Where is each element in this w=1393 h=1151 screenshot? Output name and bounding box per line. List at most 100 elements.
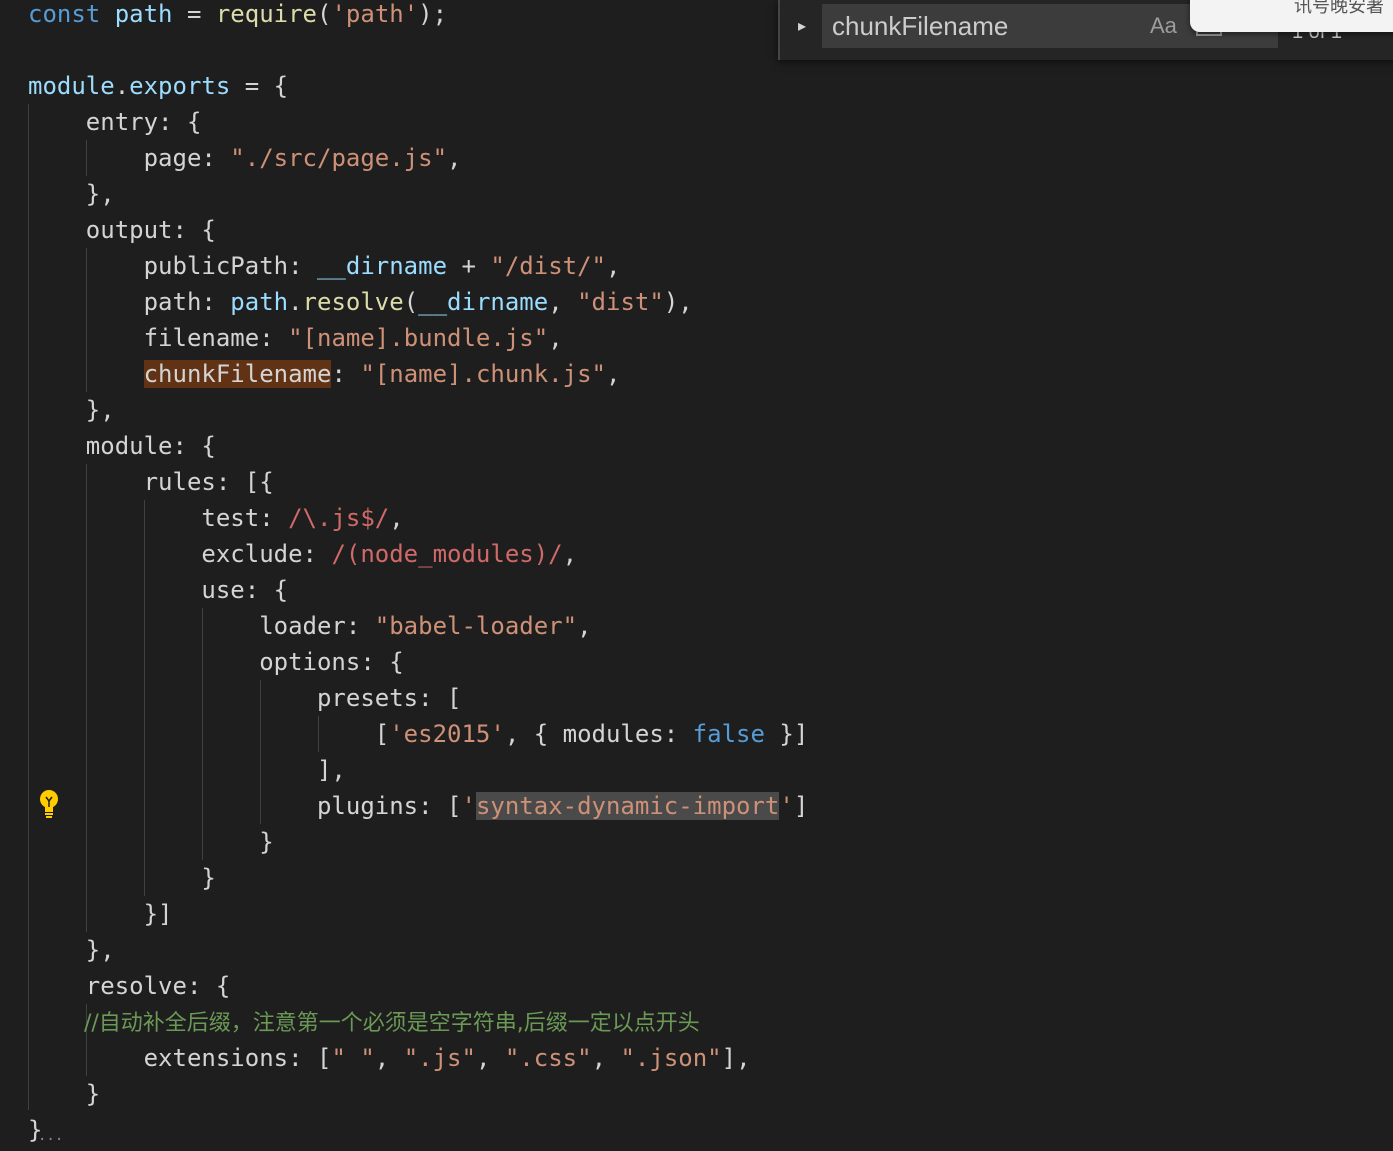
code-token: publicPath:	[28, 252, 317, 280]
code-editor[interactable]: const path = require('path'); module.expo…	[0, 0, 1393, 1151]
ime-popup: 讯号晚安著	[1190, 0, 1393, 32]
code-line[interactable]: loader: "babel-loader",	[28, 608, 591, 644]
code-token: __dirname	[316, 252, 448, 280]
code-line[interactable]: filename: "[name].bundle.js",	[28, 320, 563, 356]
code-token: options: {	[28, 648, 404, 676]
code-line[interactable]: //自动补全后缀，注意第一个必须是空字符串,后缀一定以点开头	[28, 1004, 700, 1040]
code-token: test:	[28, 504, 289, 532]
code-token: 'es2015'	[389, 720, 505, 748]
code-token: 'path'	[331, 0, 419, 28]
code-token: ".json"	[620, 1044, 722, 1072]
code-token: ".css"	[504, 1044, 592, 1072]
code-line[interactable]: }]	[28, 896, 173, 932]
code-token: ],	[721, 1044, 751, 1072]
code-line[interactable]: module.exports = {	[28, 68, 288, 104]
code-token: (	[403, 288, 419, 316]
code-token: use: {	[28, 576, 289, 604]
code-token: loader:	[28, 612, 375, 640]
code-token: __dirname	[418, 288, 549, 316]
code-line[interactable]: path: path.resolve(__dirname, "dist"),	[28, 284, 693, 320]
code-token: "dist"	[577, 288, 664, 316]
code-token: }]	[764, 720, 809, 748]
code-token: page:	[28, 144, 231, 172]
code-line[interactable]: page: "./src/page.js",	[28, 140, 462, 176]
code-line[interactable]: resolve: {	[28, 968, 231, 1004]
code-line[interactable]: extensions: [" ", ".js", ".css", ".json"…	[28, 1040, 751, 1076]
code-token: (	[317, 0, 332, 28]
code-line[interactable]: chunkFilename: "[name].chunk.js",	[28, 356, 620, 392]
code-line[interactable]: ['es2015', { modules: false }]	[28, 716, 809, 752]
code-token: extensions: [	[28, 1044, 332, 1072]
code-line[interactable]: ],	[28, 752, 346, 788]
code-token: const	[28, 0, 101, 28]
code-token: ,	[548, 324, 563, 352]
code-line[interactable]: options: {	[28, 644, 404, 680]
code-token: .	[114, 72, 130, 100]
code-token: '	[779, 792, 794, 820]
code-token: ".js"	[403, 1044, 476, 1072]
code-token: "[name].bundle.js"	[288, 324, 549, 352]
code-token: /\.js$/	[288, 504, 390, 532]
code-token: "babel-loader"	[374, 612, 578, 640]
code-token: presets: [	[28, 684, 462, 712]
lightbulb-icon[interactable]	[36, 788, 62, 822]
code-token: = {	[230, 72, 289, 100]
code-line[interactable]: }	[28, 824, 273, 860]
code-token: require	[215, 0, 318, 28]
code-token: "/dist/"	[490, 252, 606, 280]
code-line[interactable]: publicPath: __dirname + "/dist/",	[28, 248, 621, 284]
code-token: path:	[28, 288, 231, 316]
code-token: //自动补全后缀，注意第一个必须是空字符串,后缀一定以点开头	[28, 1011, 700, 1036]
code-token: },	[28, 396, 115, 424]
code-token: ,	[447, 144, 462, 172]
code-token: );	[418, 0, 448, 28]
code-line[interactable]: },	[28, 392, 115, 428]
code-line[interactable]: }	[28, 1076, 100, 1112]
code-token: module	[28, 72, 115, 100]
code-line[interactable]: exclude: /(node_modules)/,	[28, 536, 577, 572]
code-token: }	[28, 1080, 101, 1108]
code-line[interactable]: presets: [	[28, 680, 462, 716]
code-token: +	[447, 252, 491, 280]
code-token: , { modules:	[504, 720, 693, 748]
code-line[interactable]: plugins: ['syntax-dynamic-import']	[28, 788, 808, 824]
fold-marker[interactable]: ...	[38, 1128, 63, 1144]
code-token: ,	[591, 1044, 621, 1072]
code-token: resolve: {	[28, 972, 231, 1000]
code-token: module: {	[28, 432, 216, 460]
code-token: filename:	[28, 324, 289, 352]
code-line[interactable]: use: {	[28, 572, 288, 608]
code-token: ,	[548, 288, 578, 316]
code-token: }]	[28, 900, 173, 928]
code-token: },	[28, 180, 115, 208]
code-line[interactable]: entry: {	[28, 104, 202, 140]
search-match-token: syntax-dynamic-import	[475, 792, 780, 820]
code-token: plugins: [	[28, 792, 462, 820]
code-token: '	[461, 792, 476, 820]
code-line[interactable]: output: {	[28, 212, 216, 248]
code-line[interactable]: const path = require('path');	[28, 0, 447, 32]
code-token: ,	[562, 540, 578, 568]
code-line[interactable]: },	[28, 932, 115, 968]
chevron-right-icon[interactable]: ▸	[788, 10, 816, 42]
search-match-token: chunkFilename	[143, 360, 332, 388]
code-token: ,	[605, 252, 621, 280]
code-token: },	[28, 936, 115, 964]
code-line[interactable]: rules: [{	[28, 464, 274, 500]
code-token: " "	[331, 1044, 375, 1072]
code-line[interactable]: test: /\.js$/,	[28, 500, 404, 536]
code-line[interactable]: },	[28, 176, 115, 212]
code-token: false	[692, 720, 765, 748]
code-token: exports	[129, 72, 231, 100]
code-token: }	[28, 864, 216, 892]
code-token: ,	[389, 504, 404, 532]
code-token: ),	[663, 288, 693, 316]
code-line[interactable]: module: {	[28, 428, 216, 464]
code-token: output: {	[28, 216, 216, 244]
code-token: rules: [{	[28, 468, 274, 496]
match-case-button[interactable]: Aa	[1150, 10, 1177, 42]
code-token: =	[172, 0, 216, 28]
code-line[interactable]: }	[28, 860, 216, 896]
